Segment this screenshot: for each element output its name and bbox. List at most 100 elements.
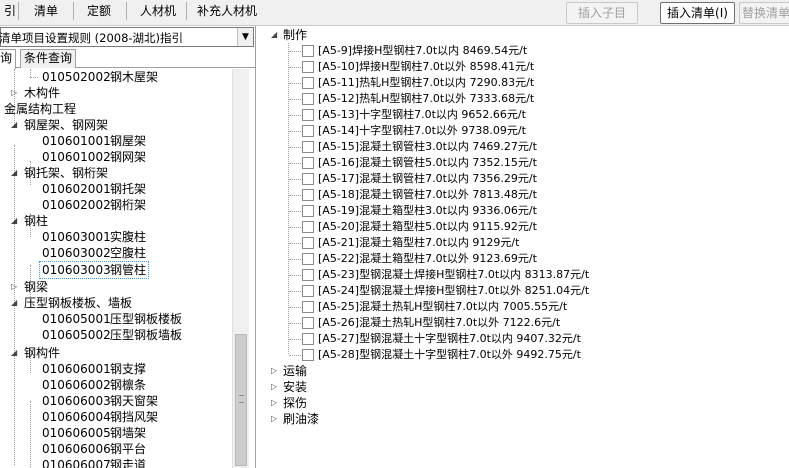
collapse-arrow-icon[interactable]: ◢ [11,299,19,307]
quota-item[interactable]: [A5-21]混凝土箱型柱7.0t以内 9129元/t [318,235,519,251]
insert-list-button[interactable]: 插入清单(I) [660,2,735,24]
tab-labor-material[interactable]: 人材机 [136,1,180,23]
tree-item[interactable]: 钢托架、钢桁架 [24,165,108,181]
tab-quota[interactable]: 定额 [83,1,115,23]
quota-checkbox[interactable] [302,333,314,345]
tree-item[interactable]: 010601002钢网架 [42,149,146,165]
tree-scrollbar[interactable] [232,69,249,468]
tab-condition-query[interactable]: 条件查询 [20,49,77,68]
scrollbar-thumb[interactable] [235,334,247,466]
chevron-down-icon[interactable]: ▼ [237,28,253,46]
expand-arrow-icon[interactable]: ▷ [271,383,279,391]
quota-item[interactable]: [A5-16]混凝土钢管柱5.0t以内 7352.15元/t [318,155,537,171]
tree-item[interactable]: 010606003钢天窗架 [42,393,158,409]
tab-guide[interactable]: 引 [0,1,20,23]
quota-checkbox[interactable] [302,285,314,297]
quota-checkbox[interactable] [302,189,314,201]
tree-item[interactable]: 钢屋架、钢网架 [24,117,108,133]
quota-item[interactable]: [A5-17]混凝土钢管柱7.0t以内 7356.29元/t [318,171,537,187]
quota-checkbox[interactable] [302,301,314,313]
collapse-arrow-icon[interactable]: ◢ [11,121,19,129]
tree-item[interactable]: 010606004钢挡风架 [42,409,158,425]
quota-checkbox[interactable] [302,45,314,57]
collapse-arrow-icon[interactable]: ◢ [11,217,19,225]
quota-item[interactable]: [A5-22]混凝土箱型柱7.0t以外 9123.69元/t [318,251,537,267]
tree-item[interactable]: 金属结构工程 [4,101,76,117]
tab-bill[interactable]: 清单 [30,1,62,23]
tree-node-production[interactable]: 制作 [283,27,307,43]
quota-checkbox[interactable] [302,269,314,281]
collapse-arrow-icon[interactable]: ◢ [271,31,279,39]
expand-arrow-icon[interactable]: ▷ [11,283,19,291]
quota-item[interactable]: [A5-25]混凝土热轧H型钢柱7.0t以内 7005.55元/t [318,299,567,315]
tree-line [289,275,301,276]
quota-item[interactable]: [A5-15]混凝土钢管柱3.0t以内 7469.27元/t [318,139,537,155]
tree-item[interactable]: 010606001钢支撑 [42,361,146,377]
tree-item[interactable]: 压型钢板楼板、墙板 [24,295,132,311]
quota-item[interactable]: [A5-20]混凝土箱型柱5.0t以内 9115.92元/t [318,219,537,235]
quota-item[interactable]: [A5-27]型钢混凝土十字型钢柱7.0t以内 9407.32元/t [318,331,581,347]
quota-item[interactable]: [A5-12]热轧H型钢柱7.0t以外 7333.68元/t [318,91,534,107]
tree-node-install[interactable]: 安装 [283,379,307,395]
tree-item[interactable]: 010605001压型钢板楼板 [42,311,182,327]
quota-item[interactable]: [A5-18]混凝土钢管柱7.0t以外 7813.48元/t [318,187,537,203]
quota-checkbox[interactable] [302,317,314,329]
quota-checkbox[interactable] [302,125,314,137]
quota-item[interactable]: [A5-10]焊接H型钢柱7.0t以外 8598.41元/t [318,59,534,75]
tree-item[interactable]: 木构件 [24,85,60,101]
quota-item[interactable]: [A5-26]混凝土热轧H型钢柱7.0t以外 7122.6元/t [318,315,560,331]
quota-item[interactable]: [A5-23]型钢混凝土焊接H型钢柱7.0t以内 8313.87元/t [318,267,589,283]
quota-item[interactable]: [A5-9]焊接H型钢柱7.0t以内 8469.54元/t [318,43,527,59]
tree-item[interactable]: 钢构件 [24,345,60,361]
quota-checkbox[interactable] [302,237,314,249]
tree-item[interactable]: 010502002钢木屋架 [42,69,158,85]
tree-item[interactable]: 010601001钢屋架 [42,133,146,149]
expand-arrow-icon[interactable]: ▷ [11,89,19,97]
item-code: 010603003 [42,263,111,277]
quota-checkbox[interactable] [302,253,314,265]
tree-item[interactable]: 010602002钢桁架 [42,197,146,213]
quota-checkbox[interactable] [302,109,314,121]
tree-item-selected[interactable]: 010603003钢管柱 [38,261,150,279]
quota-checkbox[interactable] [302,221,314,233]
quota-checkbox[interactable] [302,141,314,153]
replace-list-button[interactable]: 替换清单 [739,2,789,24]
tree-item[interactable]: 010602001钢托架 [42,181,146,197]
quota-item[interactable]: [A5-24]型钢混凝土焊接H型钢柱7.0t以外 8251.04元/t [318,283,589,299]
tree-item[interactable]: 010606006钢平台 [42,441,146,457]
tree-item[interactable]: 010606007钢走道 [42,457,146,468]
quota-checkbox[interactable] [302,61,314,73]
insert-child-button[interactable]: 插入子目 [566,2,638,24]
expand-arrow-icon[interactable]: ▷ [271,415,279,423]
quota-item[interactable]: [A5-14]十字型钢柱7.0t以外 9738.09元/t [318,123,526,139]
quota-checkbox[interactable] [302,77,314,89]
quota-checkbox[interactable] [302,157,314,169]
collapse-arrow-icon[interactable]: ◢ [11,169,19,177]
tree-item[interactable]: 钢柱 [24,213,48,229]
tab-supplement-labor-material[interactable]: 补充人材机 [193,1,261,23]
item-name: 实腹柱 [110,230,147,244]
quota-checkbox[interactable] [302,349,314,361]
tree-item[interactable]: 010606005钢墙架 [42,425,146,441]
quota-checkbox[interactable] [302,93,314,105]
quota-item[interactable]: [A5-11]热轧H型钢柱7.0t以内 7290.83元/t [318,75,534,91]
quota-item[interactable]: [A5-13]十字型钢柱7.0t以内 9652.66元/t [318,107,526,123]
tree-item[interactable]: 钢梁 [24,279,48,295]
tab-query[interactable]: 询 [0,49,17,69]
expand-arrow-icon[interactable]: ▷ [271,367,279,375]
quota-item[interactable]: [A5-28]型钢混凝土十字型钢柱7.0t以外 9492.75元/t [318,347,581,363]
quota-checkbox[interactable] [302,205,314,217]
tree-node-transport[interactable]: 运输 [283,363,307,379]
tree-item[interactable]: 010606002钢檩条 [42,377,146,393]
quota-checkbox[interactable] [302,173,314,185]
tree-item[interactable]: 010603001实腹柱 [42,229,146,245]
quota-item[interactable]: [A5-19]混凝土箱型柱3.0t以内 9336.06元/t [318,203,537,219]
tree-node-flaw-detection[interactable]: 探伤 [283,395,307,411]
collapse-arrow-icon[interactable]: ◢ [11,349,19,357]
quota-item-label: [A5-27]型钢混凝土十字型钢柱7.0t以内 9407.32元/t [318,332,581,345]
tree-item[interactable]: 010605002压型钢板墙板 [42,327,182,343]
tree-node-painting[interactable]: 刷油漆 [283,411,319,427]
expand-arrow-icon[interactable]: ▷ [271,399,279,407]
tree-item[interactable]: 010603002空腹柱 [42,245,146,261]
rule-combo[interactable]: 清单项目设置规则 (2008-湖北)指引 ▼ [0,27,254,47]
